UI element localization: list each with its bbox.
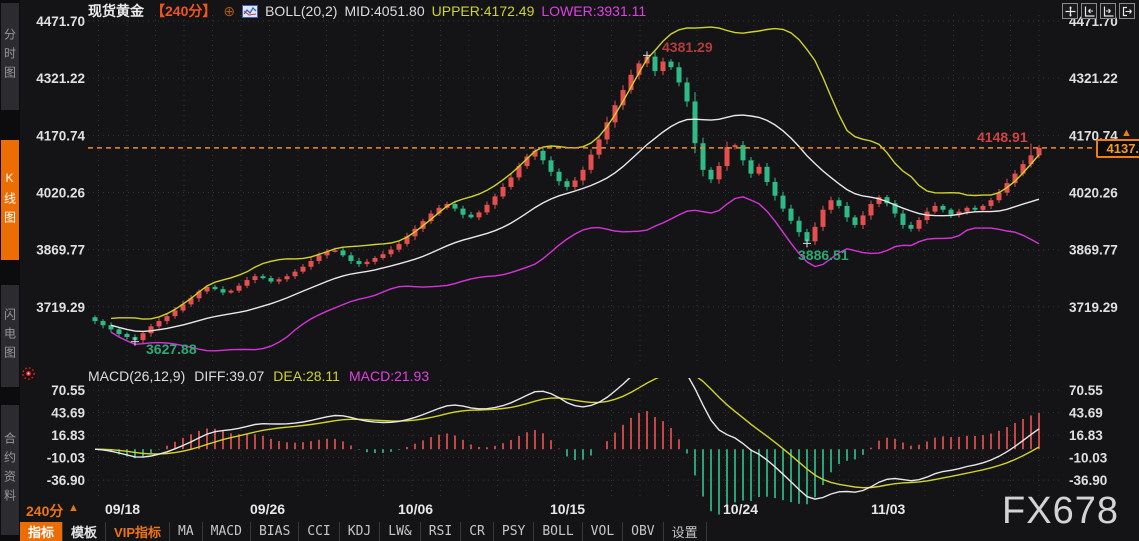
toolbar-item-BIAS[interactable]: BIAS (251, 522, 299, 541)
x-tick: 09/18 (105, 501, 140, 517)
macd-param-label: MACD(26,12,9) (88, 368, 185, 384)
macd-diff-value: DIFF:39.07 (194, 368, 264, 384)
svg-text:4170.74: 4170.74 (36, 128, 85, 143)
toolbar-item-PSY[interactable]: PSY (494, 522, 534, 541)
last-price-tag: 4137.91 (1096, 139, 1139, 158)
sidebar: 分时图K线图闪电图合约资料 (0, 0, 20, 541)
sidebar-tab-3[interactable]: 闪电图 (1, 285, 19, 387)
toolbar-item-VOL[interactable]: VOL (583, 522, 623, 541)
symbol-name: 现货黄金 (88, 1, 144, 21)
annotation-swing-low: 3886.51 (798, 247, 849, 263)
x-tick: 11/03 (871, 501, 905, 517)
svg-text:43.69: 43.69 (51, 406, 85, 421)
svg-text:-36.90: -36.90 (47, 473, 85, 488)
toolbar-item-MA[interactable]: MA (170, 522, 203, 541)
circle-plus-icon[interactable]: ⊕ (223, 4, 235, 18)
annotation-peak-high: 4381.29 (662, 39, 713, 55)
svg-text:43.69: 43.69 (1069, 406, 1103, 421)
annotation-recent-high: 4148.91 (977, 129, 1028, 145)
x-tick: 10/24 (723, 501, 758, 517)
axis-zoom-left-icon[interactable] (1081, 3, 1097, 19)
svg-text:3869.77: 3869.77 (36, 243, 85, 258)
svg-text:4020.26: 4020.26 (1069, 186, 1118, 201)
svg-text:-10.03: -10.03 (47, 451, 86, 466)
sidebar-tab-2[interactable]: K线图 (1, 140, 19, 260)
svg-text:3869.77: 3869.77 (1069, 243, 1118, 258)
move-crosshair-icon[interactable] (1062, 3, 1078, 19)
toolbar-item-OBV[interactable]: OBV (623, 522, 663, 541)
boll-upper-value: UPPER:4172.49 (432, 3, 535, 19)
toolbar-item-CCI[interactable]: CCI (299, 522, 339, 541)
svg-text:4471.70: 4471.70 (36, 14, 85, 29)
alert-dot-icon[interactable] (22, 367, 35, 385)
toolbar-item-RSI[interactable]: RSI (421, 522, 461, 541)
svg-text:4321.22: 4321.22 (36, 71, 85, 86)
toolbar-item-BOLL[interactable]: BOLL (534, 522, 582, 541)
chart-window: 4471.704471.704321.224321.224170.744170.… (0, 0, 1139, 541)
chart-tool-icons (1062, 3, 1135, 19)
svg-text:16.83: 16.83 (1069, 428, 1103, 443)
toolbar-item-LW&[interactable]: LW& (380, 522, 420, 541)
chart-header: 现货黄金 【240分】 ⊕ BOLL(20,2) MID:4051.80 UPP… (88, 2, 646, 20)
axis-zoom-right-icon[interactable] (1100, 3, 1116, 19)
boll-mid-value: MID:4051.80 (344, 3, 424, 19)
candlestick-chart-canvas[interactable]: 4471.704471.704321.224321.224170.744170.… (0, 0, 1139, 541)
svg-text:3719.29: 3719.29 (36, 300, 85, 315)
boll-lower-value: LOWER:3931.11 (541, 3, 646, 19)
toolbar-item-CR[interactable]: CR (461, 522, 494, 541)
macd-macd-value: MACD:21.93 (349, 368, 429, 384)
toolbar-item-VIP指标[interactable]: VIP指标 (106, 522, 170, 541)
sidebar-tab-1[interactable]: 分时图 (1, 3, 19, 110)
macd-header: MACD(26,12,9) DIFF:39.07 DEA:28.11 MACD:… (88, 368, 429, 384)
x-tick: 10/06 (398, 501, 433, 517)
popout-icon[interactable] (1119, 3, 1135, 19)
svg-text:-36.90: -36.90 (1069, 473, 1107, 488)
toolbar-item-模板[interactable]: 模板 (63, 522, 106, 541)
svg-text:-10.03: -10.03 (1069, 451, 1108, 466)
period-up-arrow-icon[interactable]: ▲ (68, 502, 79, 514)
svg-text:16.83: 16.83 (51, 428, 85, 443)
x-tick: 09/26 (250, 501, 285, 517)
toolbar-item-KDJ[interactable]: KDJ (340, 522, 380, 541)
boll-param-label: BOLL(20,2) (265, 3, 337, 19)
svg-text:3719.29: 3719.29 (1069, 300, 1118, 315)
mini-chart-icon[interactable] (242, 5, 258, 18)
macd-dea-value: DEA:28.11 (273, 368, 340, 384)
svg-text:70.55: 70.55 (51, 383, 85, 398)
annotation-start-low: 3627.88 (146, 341, 197, 357)
price-up-arrow-icon: ▲ (1121, 127, 1132, 139)
toolbar-item-MACD[interactable]: MACD (203, 522, 251, 541)
toolbar-item-设置[interactable]: 设置 (664, 522, 707, 541)
toolbar-item-指标[interactable]: 指标 (20, 522, 63, 541)
svg-text:70.55: 70.55 (1069, 383, 1103, 398)
footer-period-label[interactable]: 240分 (26, 501, 63, 521)
svg-text:4020.26: 4020.26 (36, 186, 85, 201)
x-axis-row: 240分 ▲ 09/18 09/26 10/06 10/15 10/24 11/… (0, 498, 1139, 522)
period-label[interactable]: 【240分】 (151, 1, 216, 21)
x-tick: 10/15 (550, 501, 585, 517)
svg-text:4321.22: 4321.22 (1069, 71, 1118, 86)
indicator-toolbar: 指标模板VIP指标MAMACDBIASCCIKDJLW&RSICRPSYBOLL… (20, 522, 707, 541)
